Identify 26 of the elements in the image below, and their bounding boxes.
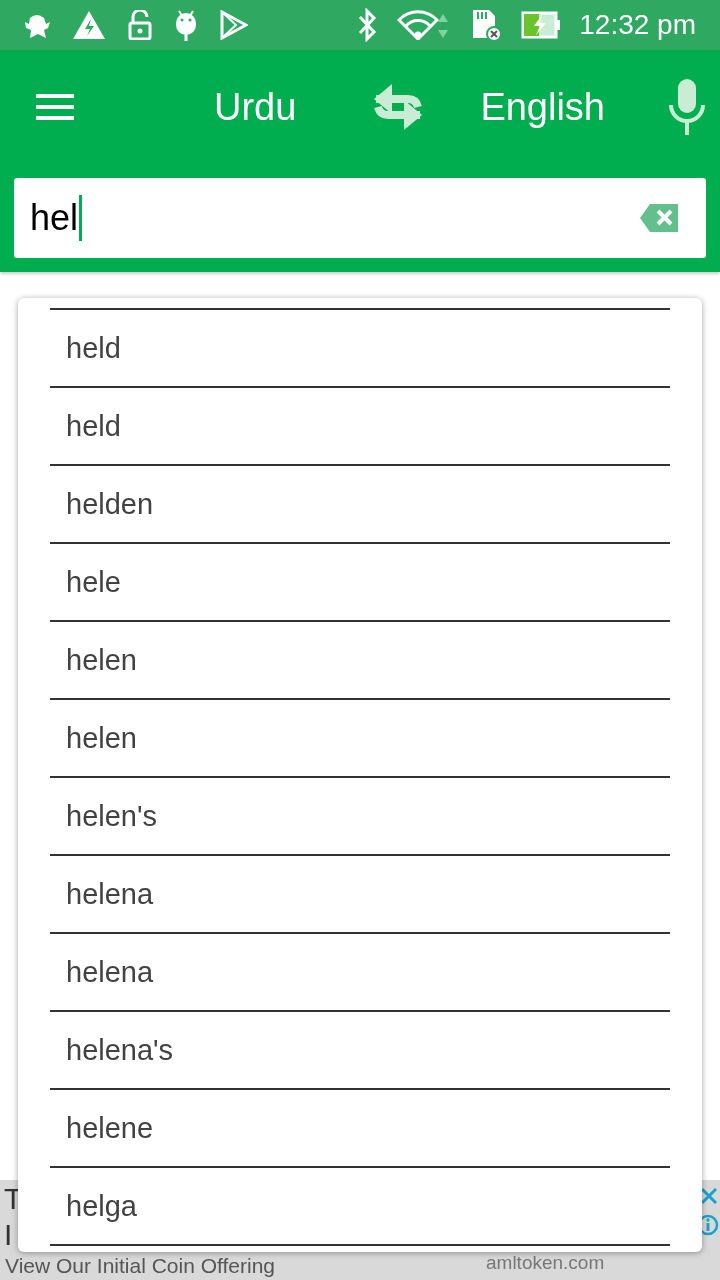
suggestion-item[interactable]: held — [50, 388, 670, 466]
suggestion-item[interactable]: helena — [50, 856, 670, 934]
warning-icon — [72, 10, 106, 40]
battery-charging-icon — [521, 10, 562, 40]
ad-text[interactable]: View Our Initial Coin Offering — [5, 1254, 276, 1278]
clear-text-icon[interactable] — [640, 204, 678, 232]
suggestion-item[interactable]: helen — [50, 700, 670, 778]
suggestion-item[interactable]: helga — [50, 1168, 670, 1246]
suggestion-item[interactable]: helena's — [50, 1012, 670, 1090]
close-icon[interactable] — [699, 1186, 719, 1206]
menu-icon[interactable] — [36, 93, 74, 121]
suggestion-item[interactable]: helen — [50, 622, 670, 700]
suggestion-item[interactable]: helen's — [50, 778, 670, 856]
suggestion-item[interactable]: helene — [50, 1090, 670, 1168]
lock-icon — [128, 10, 152, 40]
suggestion-item[interactable]: hele — [50, 544, 670, 622]
ad-headline[interactable]: I — [4, 1218, 13, 1252]
microphone-icon[interactable] — [668, 79, 706, 135]
swap-icon[interactable] — [372, 82, 425, 132]
suggestion-item[interactable]: helden — [50, 466, 670, 544]
suggestion-item[interactable]: held — [50, 310, 670, 388]
clock-time: 12:32 pm — [579, 9, 696, 41]
search-field[interactable]: hel — [14, 178, 706, 258]
suggestion-item[interactable]: helena — [50, 934, 670, 1012]
android-icon — [174, 9, 198, 41]
play-store-icon — [220, 10, 248, 40]
